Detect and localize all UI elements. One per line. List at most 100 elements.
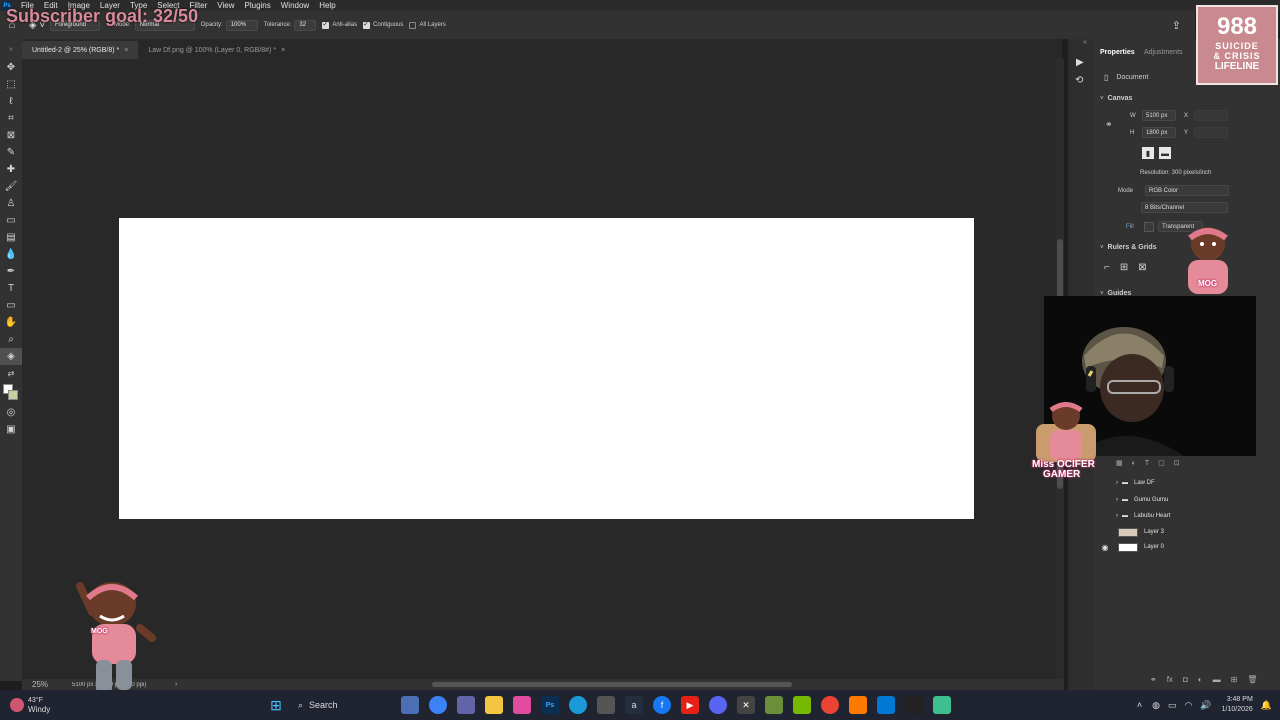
close-icon[interactable]: × bbox=[281, 47, 285, 54]
height-field[interactable]: 1800 px bbox=[1142, 127, 1176, 138]
all-layers-checkbox[interactable] bbox=[409, 21, 417, 29]
guides-icon[interactable]: ⊠ bbox=[1138, 262, 1146, 273]
menu-help[interactable]: Help bbox=[314, 1, 340, 10]
collapse-dock-icon[interactable]: « bbox=[1083, 39, 1087, 46]
lasso-tool-icon[interactable]: ℓ bbox=[0, 93, 22, 110]
notification-bell-icon[interactable]: 🔔 bbox=[1261, 700, 1272, 711]
document-canvas[interactable] bbox=[119, 218, 974, 519]
zoom-level[interactable]: 25% bbox=[32, 680, 72, 689]
crop-tool-icon[interactable]: ⌗ bbox=[0, 110, 22, 127]
edge-icon[interactable] bbox=[569, 696, 587, 714]
layer-row-labubu-heart[interactable]: › ▬ Labubu Heart bbox=[1094, 508, 1280, 524]
ruler-icon[interactable]: ⌐ bbox=[1104, 262, 1110, 273]
chevron-up-icon[interactable]: ˄ bbox=[1137, 700, 1142, 710]
blur-tool-icon[interactable]: 💧 bbox=[0, 246, 22, 263]
close-icon[interactable]: × bbox=[124, 47, 128, 54]
antialias-checkbox[interactable] bbox=[322, 20, 330, 29]
network-icon[interactable]: ◍ bbox=[1152, 700, 1160, 711]
fill-swatch[interactable] bbox=[1144, 221, 1154, 232]
color-mode-dropdown[interactable]: RGB Color bbox=[1145, 185, 1229, 196]
teams-icon[interactable] bbox=[457, 696, 475, 714]
eyedropper-tool-icon[interactable]: ✎ bbox=[0, 144, 22, 161]
clock[interactable]: 3:48 PM 1/10/2026 bbox=[1222, 695, 1253, 715]
quick-mask-icon[interactable]: ◎ bbox=[0, 404, 22, 421]
frame-tool-icon[interactable]: ⊠ bbox=[0, 127, 22, 144]
minecraft-icon[interactable] bbox=[765, 696, 783, 714]
widgets-icon[interactable] bbox=[401, 696, 419, 714]
chevron-right-icon[interactable]: › bbox=[175, 681, 177, 688]
wifi-icon[interactable]: ◠ bbox=[1185, 700, 1193, 711]
eye-icon[interactable]: ◉ bbox=[1094, 543, 1116, 552]
fx-icon[interactable]: fx bbox=[1167, 675, 1173, 684]
vscode-icon[interactable] bbox=[877, 696, 895, 714]
grid-icon[interactable]: ⊞ bbox=[1120, 262, 1128, 273]
trash-icon[interactable]: 🗑 bbox=[1247, 675, 1257, 684]
swap-colors-icon[interactable]: ⇄ bbox=[0, 365, 22, 382]
file-explorer-icon[interactable] bbox=[485, 696, 503, 714]
youtube-icon[interactable]: ▶ bbox=[681, 696, 699, 714]
menu-window[interactable]: Window bbox=[276, 1, 314, 10]
horizontal-scrollbar[interactable] bbox=[432, 682, 792, 687]
healing-brush-tool-icon[interactable]: ✚ bbox=[0, 161, 22, 178]
layer-row-layer-0[interactable]: ◉ Layer 0 bbox=[1094, 539, 1280, 555]
filter-pixel-icon[interactable]: ▦ bbox=[1116, 459, 1123, 467]
opacity-field[interactable]: 100% bbox=[225, 19, 258, 31]
contiguous-checkbox[interactable] bbox=[363, 20, 371, 29]
volume-icon[interactable]: 🔊 bbox=[1200, 700, 1211, 711]
share-icon[interactable]: ⇪ bbox=[1172, 19, 1181, 32]
document-workspace[interactable] bbox=[22, 59, 1056, 679]
menu-view[interactable]: View bbox=[212, 1, 239, 10]
chevron-right-icon[interactable]: › bbox=[1116, 497, 1118, 503]
link-icon[interactable]: ⚭ bbox=[1105, 119, 1113, 130]
toolbar-collapse-icon[interactable]: » bbox=[0, 39, 22, 59]
filter-shape-icon[interactable]: ▢ bbox=[1158, 459, 1165, 467]
screen-mode-icon[interactable]: ▣ bbox=[0, 421, 22, 438]
pen-tool-icon[interactable]: ✒ bbox=[0, 263, 22, 280]
menu-plugins[interactable]: Plugins bbox=[240, 1, 276, 10]
photoshop-icon[interactable]: Ps bbox=[541, 696, 559, 714]
tolerance-field[interactable]: 32 bbox=[294, 19, 317, 31]
type-tool-icon[interactable]: T bbox=[0, 280, 22, 297]
layer-row-law-df[interactable]: › ▬ Law DF bbox=[1094, 475, 1280, 491]
color-swatches[interactable] bbox=[0, 382, 22, 404]
add-mask-icon[interactable]: ◘ bbox=[1183, 675, 1188, 684]
adjustment-layer-icon[interactable]: ◐ bbox=[1198, 675, 1203, 684]
clone-stamp-tool-icon[interactable]: ♙ bbox=[0, 195, 22, 212]
copilot-icon[interactable] bbox=[429, 696, 447, 714]
move-tool-icon[interactable]: ✥ bbox=[0, 59, 22, 76]
background-color-swatch[interactable] bbox=[8, 390, 18, 400]
link-layers-icon[interactable]: ⚭ bbox=[1150, 675, 1157, 684]
layer-row-gumu-gumu[interactable]: › ▬ Gumu Gumu bbox=[1094, 492, 1280, 508]
zoom-tool-icon[interactable]: ⌕ bbox=[0, 331, 22, 348]
filter-adjustment-icon[interactable]: ◐ bbox=[1132, 460, 1136, 467]
landscape-orientation-icon[interactable]: ▬ bbox=[1159, 147, 1171, 159]
display-icon[interactable]: ▭ bbox=[1168, 700, 1177, 711]
tab-properties[interactable]: Properties bbox=[1100, 49, 1135, 56]
app-orange-icon[interactable] bbox=[849, 696, 867, 714]
tab-untitled-2[interactable]: Untitled-2 @ 25% (RGB/8) * × bbox=[22, 41, 139, 59]
gradient-tool-icon[interactable]: ▤ bbox=[0, 229, 22, 246]
windows-start-icon[interactable]: ⊞ bbox=[267, 696, 285, 714]
canvas-section-header[interactable]: ˅ Canvas bbox=[1100, 95, 1132, 102]
bit-depth-dropdown[interactable]: 8 Bits/Channel bbox=[1141, 202, 1228, 213]
taskbar-search[interactable]: ⌕ Search bbox=[290, 694, 396, 716]
discord-icon[interactable] bbox=[709, 696, 727, 714]
rulers-grids-header[interactable]: ˅ Rulers & Grids bbox=[1100, 244, 1157, 251]
amazon-icon[interactable]: a bbox=[625, 696, 643, 714]
play-actions-icon[interactable]: ▶ bbox=[1076, 57, 1084, 68]
history-icon[interactable]: ⟲ bbox=[1075, 75, 1083, 86]
tab-adjustments[interactable]: Adjustments bbox=[1144, 49, 1183, 56]
new-group-icon[interactable]: ▬ bbox=[1213, 675, 1221, 684]
layer-row-layer-3[interactable]: Layer 3 bbox=[1094, 524, 1280, 540]
portrait-orientation-icon[interactable]: ▮ bbox=[1142, 147, 1154, 159]
nvidia-icon[interactable] bbox=[793, 696, 811, 714]
facebook-icon[interactable]: f bbox=[653, 696, 671, 714]
tab-law-df[interactable]: Law Df.png @ 100% (Layer 0, RGB/8#) * × bbox=[138, 41, 295, 59]
hand-tool-icon[interactable]: ✋ bbox=[0, 314, 22, 331]
chevron-right-icon[interactable]: › bbox=[1116, 480, 1118, 486]
capcut-icon[interactable] bbox=[905, 696, 923, 714]
chevron-right-icon[interactable]: › bbox=[1116, 513, 1118, 519]
marquee-tool-icon[interactable]: ⬚ bbox=[0, 76, 22, 93]
new-layer-icon[interactable]: ⊞ bbox=[1231, 675, 1238, 684]
filter-smart-object-icon[interactable]: ⊡ bbox=[1174, 459, 1180, 467]
